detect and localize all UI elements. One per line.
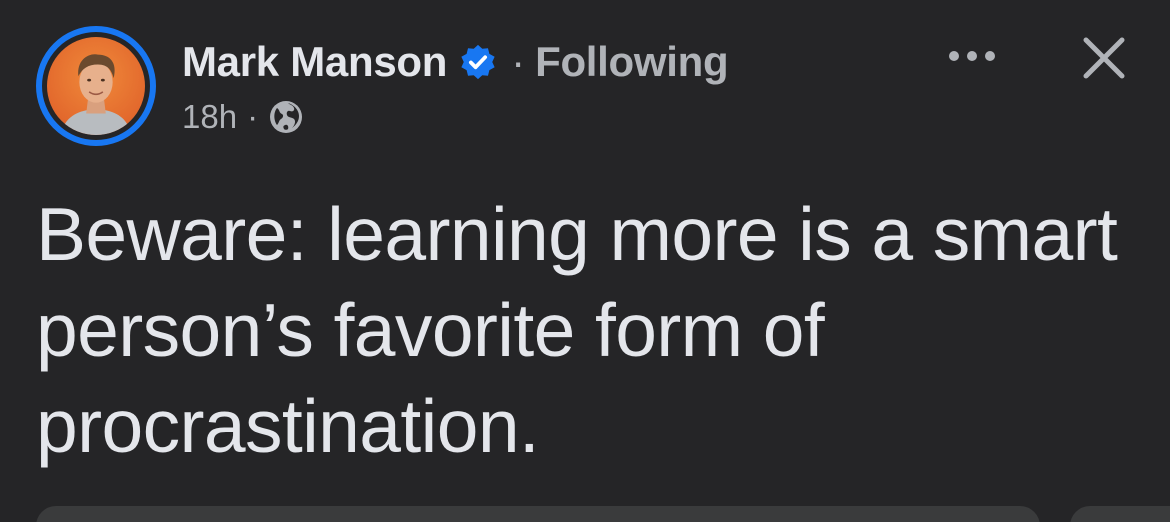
action-pill[interactable] <box>1070 506 1170 522</box>
name-separator: · <box>511 38 526 85</box>
post-card: Mark Manson · Following 18h · Beware: le… <box>0 0 1170 522</box>
more-options-icon <box>949 51 995 61</box>
close-icon <box>1083 37 1125 79</box>
post-text: Beware: learning more is a smart person’… <box>36 192 1118 468</box>
more-options-button[interactable] <box>944 38 1000 74</box>
comment-input-bar[interactable] <box>36 506 1040 522</box>
avatar-photo <box>47 37 145 135</box>
post-meta: 18h · <box>182 96 304 138</box>
close-button[interactable] <box>1076 30 1132 86</box>
meta-separator: · <box>247 98 259 135</box>
author-row: Mark Manson · Following <box>182 36 729 88</box>
following-status[interactable]: Following <box>535 38 729 86</box>
post-timestamp[interactable]: 18h <box>182 98 237 136</box>
author-avatar[interactable] <box>36 26 156 146</box>
author-name[interactable]: Mark Manson <box>182 38 447 86</box>
verified-badge-icon <box>461 44 495 80</box>
globe-icon <box>270 101 303 133</box>
